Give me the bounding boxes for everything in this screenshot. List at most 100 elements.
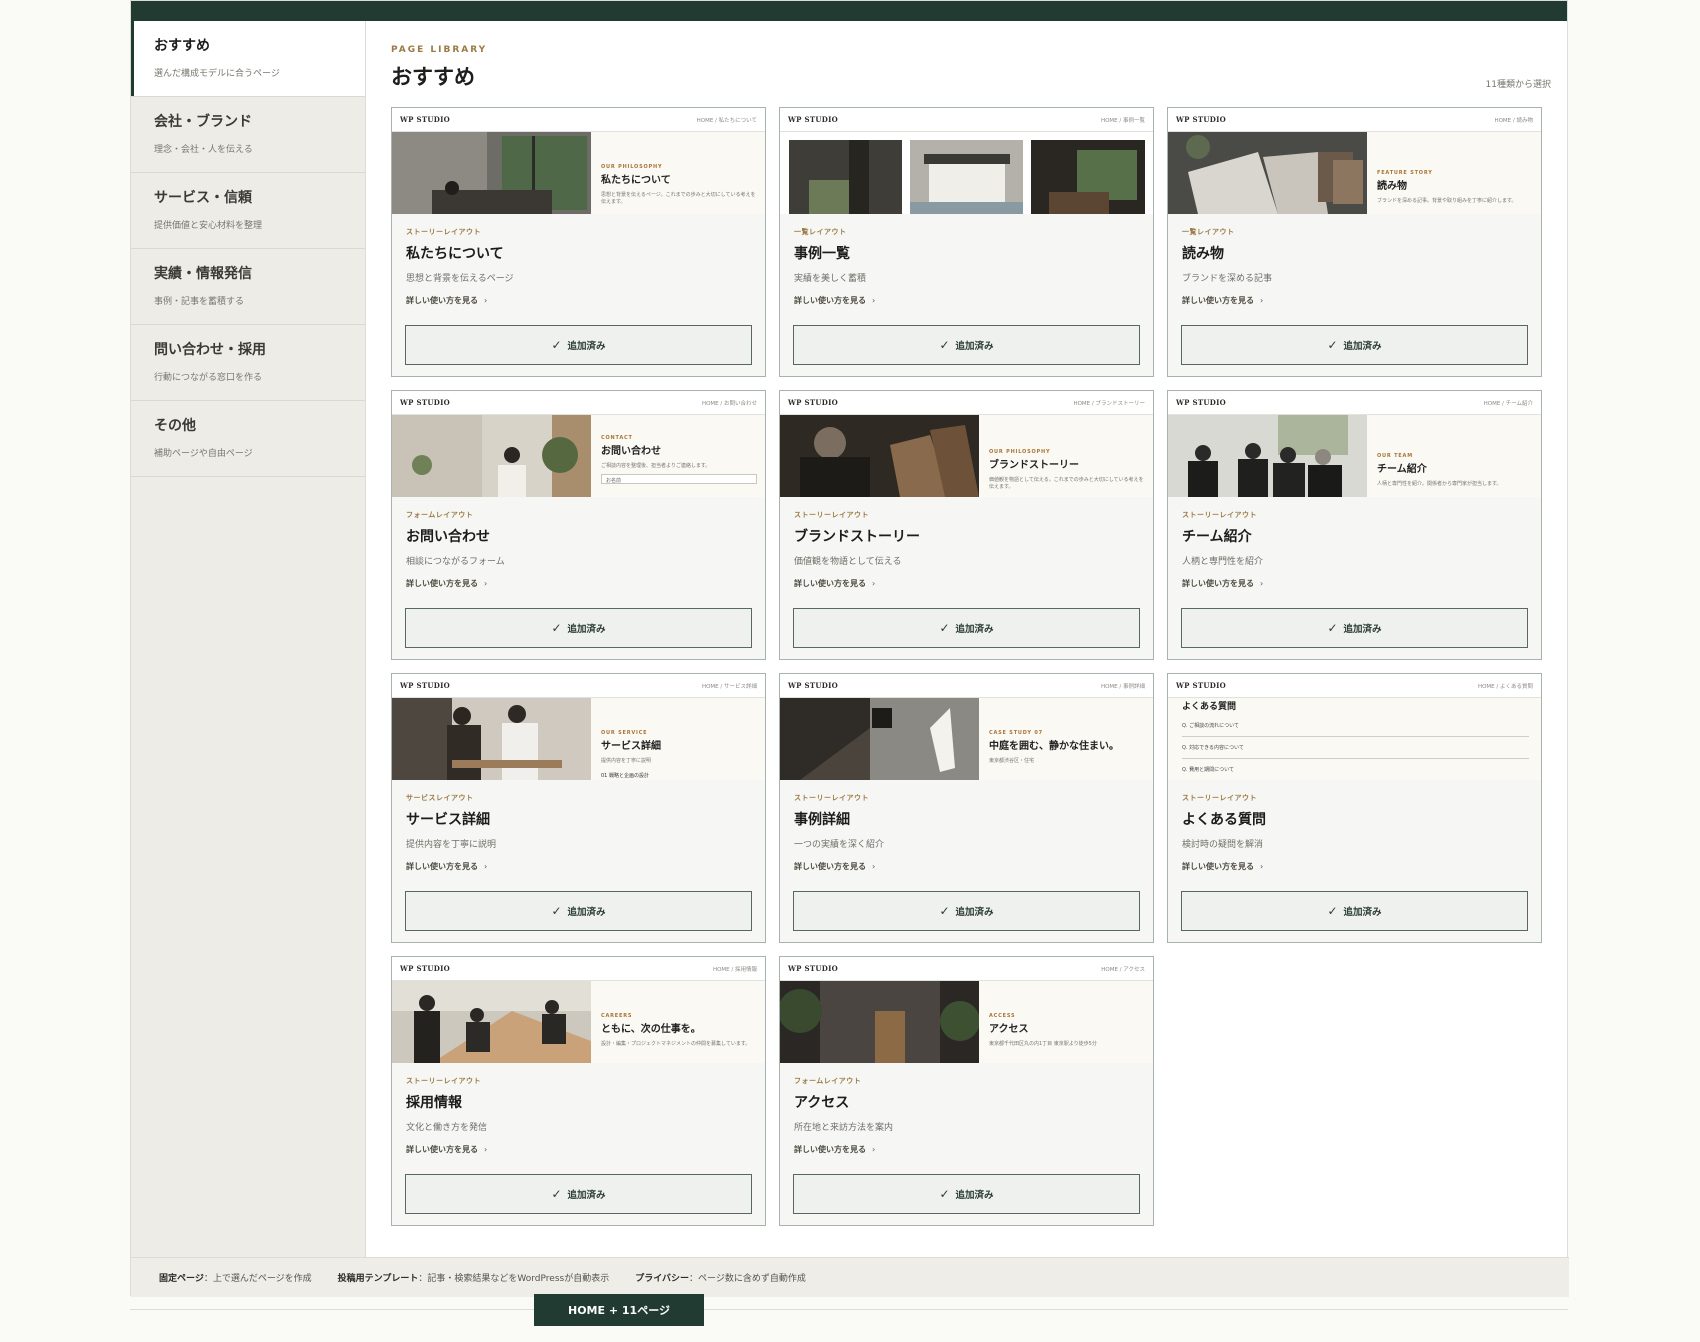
preview-kicker: ACCESS xyxy=(989,1013,1016,1019)
preview-kicker: OUR SERVICE xyxy=(601,730,648,736)
preview-header: WP STUDIO HOME / 事例詳細 xyxy=(780,674,1153,698)
chevron-right-icon: › xyxy=(484,296,488,305)
preview-header: WP STUDIO HOME / アクセス xyxy=(780,957,1153,981)
preview-photo xyxy=(1168,132,1367,214)
card-title: アクセス xyxy=(794,1095,850,1111)
detail-link[interactable]: 詳しい使い方を見る › xyxy=(406,578,752,589)
preview-brand: WP STUDIO xyxy=(1176,115,1227,124)
added-label: 追加済み xyxy=(955,1190,994,1201)
page-card: WP STUDIO HOME / サービス詳細 OUR SERVICE サービス… xyxy=(391,673,766,943)
preview-photo xyxy=(780,698,979,780)
card-preview xyxy=(780,132,1153,214)
added-button[interactable]: ✓ 追加済み xyxy=(793,891,1140,931)
preview-heading: 私たちについて xyxy=(601,175,671,186)
footer-item: プライバシー：ページ数に含めず自動作成 xyxy=(635,1271,806,1284)
detail-link[interactable]: 詳しい使い方を見る › xyxy=(794,1144,1140,1155)
preview-brand: WP STUDIO xyxy=(1176,398,1227,407)
check-icon: ✓ xyxy=(939,904,950,918)
detail-link-label: 詳しい使い方を見る xyxy=(1182,296,1254,305)
preview-brand: WP STUDIO xyxy=(400,398,451,407)
added-button[interactable]: ✓ 追加済み xyxy=(793,608,1140,648)
sidebar-item-contact-recruit[interactable]: 問い合わせ・採用 行動につながる窓口を作る xyxy=(131,325,365,401)
detail-link-label: 詳しい使い方を見る xyxy=(794,862,866,871)
detail-link-label: 詳しい使い方を見る xyxy=(406,1145,478,1154)
page-title: おすすめ xyxy=(391,64,475,89)
detail-link[interactable]: 詳しい使い方を見る › xyxy=(794,295,1140,306)
added-button[interactable]: ✓ 追加済み xyxy=(793,325,1140,365)
layout-tag: サービスレイアウト xyxy=(406,794,474,802)
preview-gallery xyxy=(789,140,1145,214)
detail-link[interactable]: 詳しい使い方を見る › xyxy=(794,578,1140,589)
sidebar-item-desc: 補助ページや自由ページ xyxy=(154,449,253,459)
preview-heading: チーム紹介 xyxy=(1377,464,1427,475)
added-button[interactable]: ✓ 追加済み xyxy=(1181,891,1528,931)
added-button[interactable]: ✓ 追加済み xyxy=(1181,325,1528,365)
card-title: よくある質問 xyxy=(1182,812,1266,828)
faq-item: Q. 費用と期間について xyxy=(1182,767,1234,774)
preview-breadcrumb: HOME / お問い合わせ xyxy=(701,400,757,407)
chevron-right-icon: › xyxy=(872,296,876,305)
page-card: WP STUDIO HOME / 読み物 FEATURE STORY 読み物 ブ… xyxy=(1167,107,1542,377)
sidebar-item-company-brand[interactable]: 会社・ブランド 理念・会社・人を伝える xyxy=(131,97,365,173)
preview-breadcrumb: HOME / 事例詳細 xyxy=(1100,683,1145,690)
page-card: WP STUDIO HOME / 採用情報 CAREERS ともに、次の仕事を。… xyxy=(391,956,766,1226)
footer-item: 投稿用テンプレート：記事・検索結果などをWordPressが自動表示 xyxy=(338,1271,610,1284)
check-icon: ✓ xyxy=(551,1187,562,1201)
card-desc: 相談につながるフォーム xyxy=(406,557,505,567)
section-eyebrow: PAGE LIBRARY xyxy=(391,45,488,55)
card-preview: FEATURE STORY 読み物 ブランドを深める記事。背景や取り組みを丁寧に… xyxy=(1168,132,1541,214)
card-title: 事例詳細 xyxy=(794,812,850,828)
card-desc: 思想と背景を伝えるページ xyxy=(406,274,514,284)
detail-link[interactable]: 詳しい使い方を見る › xyxy=(1182,578,1528,589)
sidebar-item-service-trust[interactable]: サービス・信頼 提供価値と安心材料を整理 xyxy=(131,173,365,249)
added-label: 追加済み xyxy=(567,907,606,918)
preview-sub: ご相談内容を整理後、担当者よりご連絡します。 xyxy=(601,462,711,469)
card-preview: CASE STUDY 07 中庭を囲む、静かな住まい。 東京都渋谷区・住宅 xyxy=(780,698,1153,780)
chevron-right-icon: › xyxy=(484,579,488,588)
preview-breadcrumb: HOME / サービス詳細 xyxy=(701,683,757,690)
added-button[interactable]: ✓ 追加済み xyxy=(405,891,752,931)
sidebar-item-recommended[interactable]: おすすめ 選んだ構成モデルに合うページ xyxy=(131,21,365,97)
sidebar-item-other[interactable]: その他 補助ページや自由ページ xyxy=(131,401,365,477)
preview-brand: WP STUDIO xyxy=(1176,681,1227,690)
added-button[interactable]: ✓ 追加済み xyxy=(405,325,752,365)
preview-photo xyxy=(780,981,979,1063)
sidebar-item-works-news[interactable]: 実績・情報発信 事例・記事を蓄積する xyxy=(131,249,365,325)
preview-breadcrumb: HOME / 採用情報 xyxy=(712,966,757,973)
added-button[interactable]: ✓ 追加済み xyxy=(405,608,752,648)
preview-sub: 価値観を物語として伝える。これまでの歩みと大切にしている考えを伝えます。 xyxy=(989,476,1144,490)
added-button[interactable]: ✓ 追加済み xyxy=(1181,608,1528,648)
preview-header: WP STUDIO HOME / 私たちについて xyxy=(392,108,765,132)
preview-breadcrumb: HOME / アクセス xyxy=(1101,966,1145,973)
preview-faq: よくある質問 Q. ご相談の流れについて Q. 対応できる内容について Q. 費… xyxy=(1182,701,1529,780)
footer-item-text: ：記事・検索結果などをWordPressが自動表示 xyxy=(418,1274,610,1284)
added-label: 追加済み xyxy=(1343,907,1382,918)
chevron-right-icon: › xyxy=(872,1145,876,1154)
preview-heading: 読み物 xyxy=(1377,181,1407,192)
layout-tag: フォームレイアウト xyxy=(794,1077,862,1085)
added-button[interactable]: ✓ 追加済み xyxy=(405,1174,752,1214)
detail-link[interactable]: 詳しい使い方を見る › xyxy=(406,1144,752,1155)
preview-breadcrumb: HOME / よくある質問 xyxy=(1477,683,1533,690)
chevron-right-icon: › xyxy=(1260,862,1264,871)
card-preview: OUR TEAM チーム紹介 人柄と専門性を紹介。関係者から専門家が担当します。 xyxy=(1168,415,1541,497)
preview-brand: WP STUDIO xyxy=(788,681,839,690)
preview-heading: 中庭を囲む、静かな住まい。 xyxy=(989,741,1119,752)
page-total-button[interactable]: HOME + 11ページ xyxy=(534,1294,704,1326)
preview-brand: WP STUDIO xyxy=(788,964,839,973)
card-title: 採用情報 xyxy=(406,1095,462,1111)
detail-link[interactable]: 詳しい使い方を見る › xyxy=(794,861,1140,872)
preview-kicker: CONTACT xyxy=(601,435,633,441)
card-title: サービス詳細 xyxy=(406,812,490,828)
detail-link[interactable]: 詳しい使い方を見る › xyxy=(1182,295,1528,306)
preview-kicker: OUR TEAM xyxy=(1377,453,1413,459)
added-label: 追加済み xyxy=(1343,341,1382,352)
added-button[interactable]: ✓ 追加済み xyxy=(793,1174,1140,1214)
page-card: WP STUDIO HOME / ブランドストーリー OUR PHILOSOPH… xyxy=(779,390,1154,660)
detail-link[interactable]: 詳しい使い方を見る › xyxy=(1182,861,1528,872)
card-title: お問い合わせ xyxy=(406,529,490,545)
layout-tag: ストーリーレイアウト xyxy=(406,1077,481,1085)
detail-link[interactable]: 詳しい使い方を見る › xyxy=(406,861,752,872)
detail-link[interactable]: 詳しい使い方を見る › xyxy=(406,295,752,306)
added-label: 追加済み xyxy=(955,624,994,635)
